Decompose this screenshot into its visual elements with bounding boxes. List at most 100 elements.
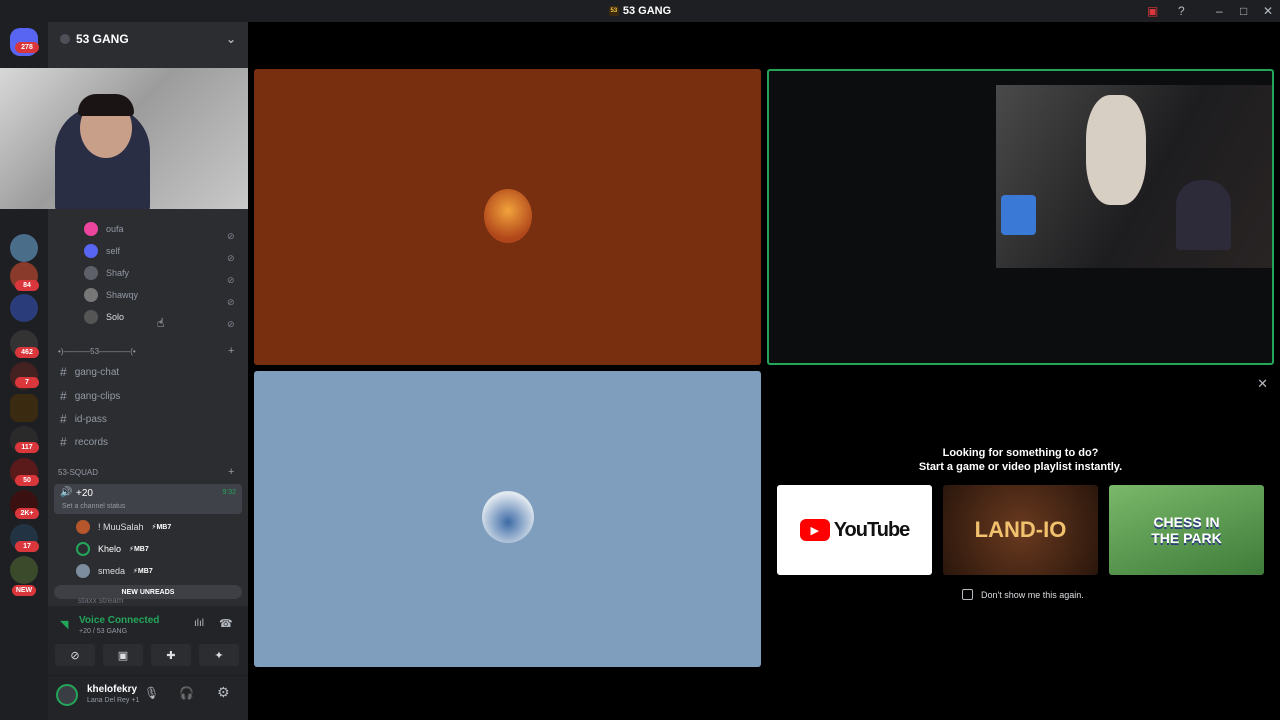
voice-user-name: Shafy bbox=[106, 268, 130, 278]
hash-icon: # bbox=[60, 365, 67, 379]
voice-user[interactable]: self bbox=[84, 241, 120, 261]
activity-suggestion-panel: ✕ Looking for something to do? Start a g… bbox=[768, 370, 1280, 670]
voice-user[interactable]: Shawqy bbox=[84, 285, 138, 305]
badge: 117 bbox=[15, 442, 39, 453]
voice-user[interactable]: Solo bbox=[84, 307, 124, 327]
avatar bbox=[84, 288, 98, 302]
speaker-icon: 🔊 bbox=[60, 487, 73, 498]
activity-youtube[interactable]: ▶ YouTube bbox=[777, 485, 932, 575]
activities-button[interactable]: ✚ bbox=[151, 644, 191, 666]
elapsed-time: 9:32 bbox=[222, 489, 236, 496]
voice-user[interactable]: oufa bbox=[84, 219, 124, 239]
voice-user-name: ! MuuSalah bbox=[98, 522, 144, 532]
category-53-squad[interactable]: 53-SQUAD bbox=[58, 468, 98, 477]
avatar bbox=[84, 310, 98, 324]
new-badge: NEW bbox=[12, 585, 36, 596]
play-icon: ▶ bbox=[799, 519, 830, 541]
add-channel-icon[interactable]: + bbox=[228, 466, 234, 478]
title-bar: 53 53 GANG ▣ ? – □ ✕ bbox=[0, 0, 1280, 22]
avatar bbox=[76, 564, 90, 578]
server-boost-icon bbox=[60, 34, 70, 44]
voice-user[interactable]: smeda ⚡MB7 bbox=[76, 561, 153, 581]
close-button[interactable]: ✕ bbox=[1263, 4, 1273, 18]
avatar bbox=[482, 491, 534, 543]
window-title: 53 GANG bbox=[622, 5, 672, 17]
voice-channel-active[interactable]: 🔊 +20 9:32 Set a channel status bbox=[54, 484, 242, 514]
checkbox[interactable] bbox=[962, 589, 973, 600]
avatar bbox=[76, 542, 90, 556]
channel-name: records bbox=[74, 436, 109, 448]
dont-show-again[interactable]: Don't show me this again. bbox=[962, 589, 1084, 600]
badge: 462 bbox=[15, 347, 39, 358]
avatar bbox=[84, 266, 98, 280]
server-icon[interactable] bbox=[10, 556, 38, 584]
server-header[interactable]: 53 GANG ⌄ bbox=[48, 22, 248, 56]
server-icon[interactable] bbox=[10, 234, 38, 262]
channel-records[interactable]: # records bbox=[60, 435, 108, 449]
channel-name: gang-chat bbox=[74, 366, 120, 378]
badge: 278 bbox=[15, 42, 39, 53]
badge: 2K+ bbox=[15, 508, 39, 519]
microphone-icon[interactable]: 🎙 bbox=[144, 686, 159, 700]
badge: 17 bbox=[15, 541, 39, 552]
channel-name: id-pass bbox=[74, 413, 107, 425]
voice-user-name: smeda bbox=[98, 566, 126, 576]
voice-user[interactable]: ! MuuSalah ⚡MB7 bbox=[76, 517, 171, 537]
soundboard-button[interactable]: ✦ bbox=[199, 644, 239, 666]
voice-user-name: Solo bbox=[106, 312, 125, 322]
server-icon-53-gang[interactable] bbox=[10, 394, 38, 422]
voice-user[interactable]: Khelo ⚡MB7 bbox=[76, 539, 149, 559]
hash-icon: # bbox=[60, 435, 67, 449]
noise-suppression-icon[interactable]: ılıl bbox=[194, 618, 204, 629]
username: khelofekry bbox=[87, 684, 138, 695]
participant-tile-streaming[interactable] bbox=[767, 69, 1274, 365]
channel-id-pass[interactable]: # id-pass bbox=[60, 412, 107, 426]
avatar bbox=[84, 222, 98, 236]
channel-name: gang-clips bbox=[74, 390, 121, 402]
avatar[interactable] bbox=[56, 684, 78, 706]
maximize-button[interactable]: □ bbox=[1240, 4, 1247, 18]
user-status: Lana Del Rey +1 bbox=[87, 697, 140, 704]
activity-label: CHESS IN THE PARK bbox=[1151, 514, 1222, 546]
camera-off-button[interactable]: ⊘ bbox=[55, 644, 95, 666]
headphones-icon[interactable]: 🎧 bbox=[179, 686, 194, 700]
help-icon[interactable]: ? bbox=[1178, 4, 1185, 18]
close-icon[interactable]: ✕ bbox=[1257, 376, 1268, 392]
chevron-down-icon[interactable]: ⌄ bbox=[226, 32, 236, 46]
hash-icon: # bbox=[60, 389, 67, 403]
voice-user[interactable]: Shafy bbox=[84, 263, 129, 283]
category-divider[interactable]: •)‒‒‒‒‒‒53‒‒‒‒‒‒‒(• bbox=[58, 347, 136, 356]
avatar bbox=[484, 189, 532, 243]
voice-connection-panel: ◥ Voice Connected +20 / 53 GANG ılıl ☎ ⊘… bbox=[48, 606, 248, 676]
activity-label: LAND-IO bbox=[974, 517, 1067, 542]
server-name: 53 GANG bbox=[76, 32, 129, 46]
channel-status[interactable]: Set a channel status bbox=[62, 503, 125, 510]
screen-share-button[interactable]: ▣ bbox=[103, 644, 143, 666]
channel-gang-chat[interactable]: # gang-chat bbox=[60, 365, 119, 379]
add-channel-icon[interactable]: + bbox=[228, 345, 234, 357]
badge: 7 bbox=[15, 377, 39, 388]
user-panel: khelofekry Lana Del Rey +1 🎙 🎧 ⚙ bbox=[48, 676, 248, 720]
mouse-cursor-icon: ☝ bbox=[157, 316, 165, 330]
channel-gang-clips[interactable]: # gang-clips bbox=[60, 389, 120, 403]
channel-staxx-stream[interactable]: staxx stream bbox=[78, 596, 123, 605]
checkbox-label: Don't show me this again. bbox=[981, 589, 1084, 600]
participant-tile[interactable] bbox=[254, 69, 761, 365]
signal-icon[interactable]: ◥ bbox=[60, 618, 68, 631]
activity-label: YouTube bbox=[833, 518, 911, 541]
self-webcam-preview[interactable] bbox=[0, 68, 248, 209]
minimize-button[interactable]: – bbox=[1216, 4, 1223, 18]
activity-land-io[interactable]: LAND-IO bbox=[943, 485, 1098, 575]
activity-subheading: Start a game or video playlist instantly… bbox=[918, 461, 1123, 473]
voice-channel-label[interactable]: +20 / 53 GANG bbox=[79, 628, 127, 635]
voice-user-name: self bbox=[106, 246, 121, 256]
voice-status: Voice Connected bbox=[79, 615, 160, 626]
avatar bbox=[84, 244, 98, 258]
activity-chess-in-the-park[interactable]: CHESS IN THE PARK bbox=[1109, 485, 1264, 575]
participant-tile[interactable] bbox=[254, 371, 761, 667]
disconnect-icon[interactable]: ☎ bbox=[219, 617, 233, 630]
settings-gear-icon[interactable]: ⚙ bbox=[217, 684, 230, 701]
screen-share-icon[interactable]: ▣ bbox=[1147, 4, 1158, 18]
server-icon[interactable] bbox=[10, 294, 38, 322]
avatar bbox=[76, 520, 90, 534]
